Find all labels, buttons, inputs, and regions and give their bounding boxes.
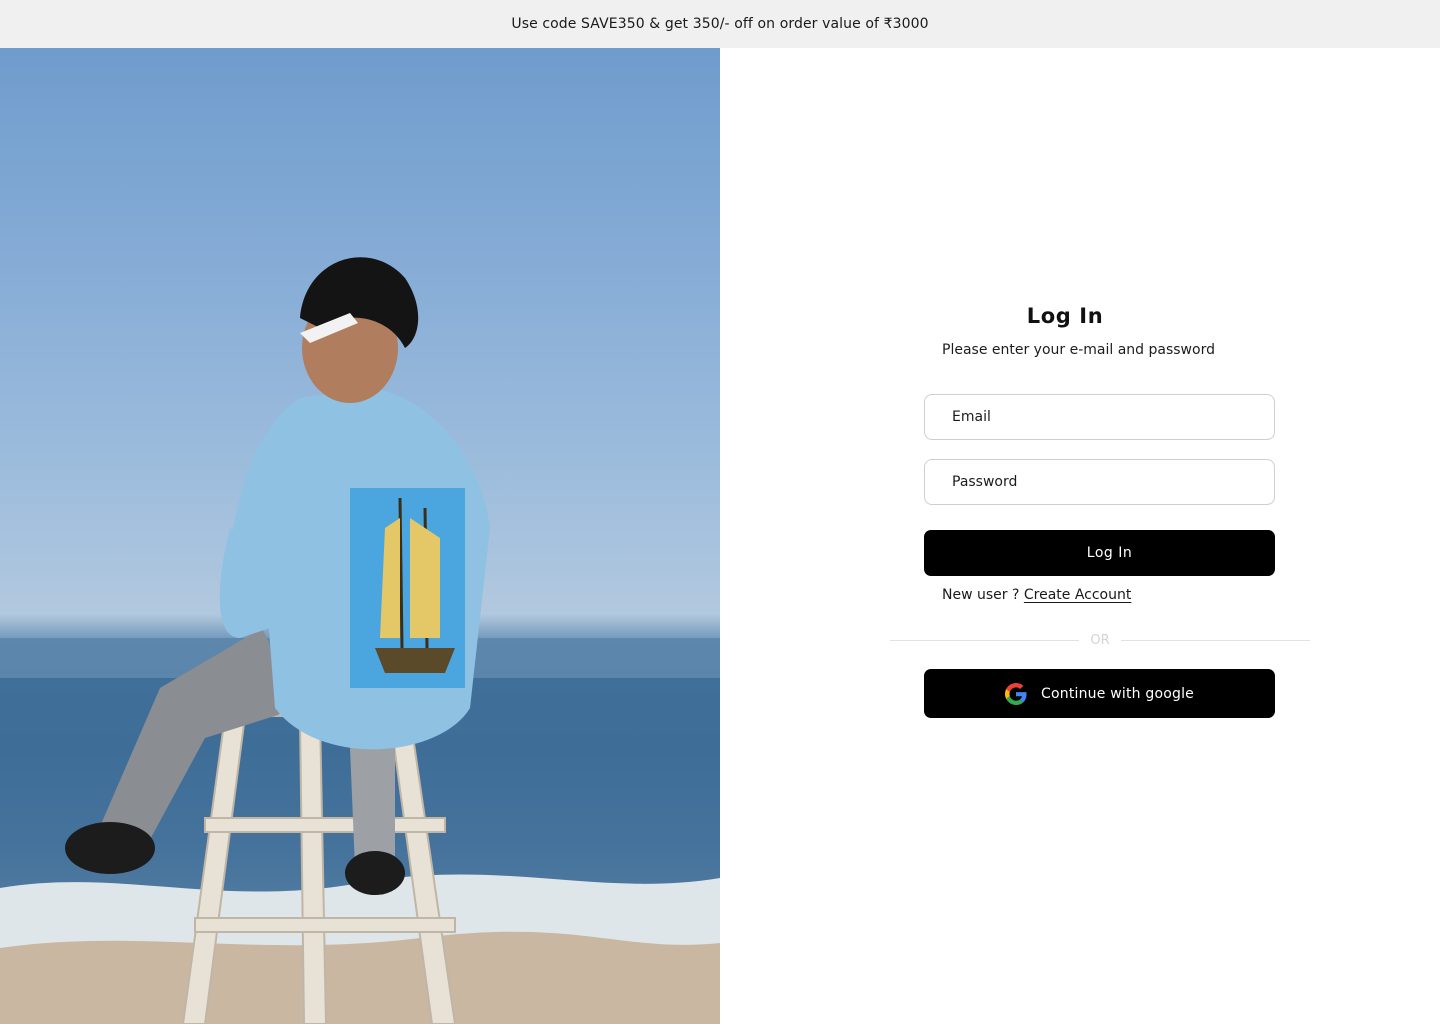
login-subtitle: Please enter your e-mail and password xyxy=(942,342,1215,358)
google-button-label: Continue with google xyxy=(1041,685,1194,702)
password-field-wrapper xyxy=(924,459,1275,505)
create-account-link[interactable]: Create Account xyxy=(1024,587,1132,603)
password-field[interactable] xyxy=(925,460,1274,504)
promo-banner: Use code SAVE350 & get 350/- off on orde… xyxy=(0,0,1440,48)
or-divider: OR xyxy=(890,632,1310,648)
login-button[interactable]: Log In xyxy=(924,530,1275,576)
email-field-wrapper xyxy=(924,394,1275,440)
divider-line-right xyxy=(1121,639,1310,641)
signup-prompt: New user ? Create Account xyxy=(942,587,1131,603)
google-g-icon xyxy=(1005,682,1027,705)
email-field[interactable] xyxy=(925,395,1274,439)
google-signin-button[interactable]: Continue with google xyxy=(924,669,1275,718)
divider-line-left xyxy=(890,639,1079,641)
new-user-text: New user ? xyxy=(942,587,1024,603)
page-title: Log In xyxy=(1026,304,1104,328)
hero-image xyxy=(0,48,720,1024)
or-label: OR xyxy=(1090,632,1110,648)
hero-illustration xyxy=(0,257,720,1024)
login-panel: Log In Please enter your e-mail and pass… xyxy=(720,48,1440,1024)
promo-text: Use code SAVE350 & get 350/- off on orde… xyxy=(511,16,929,32)
